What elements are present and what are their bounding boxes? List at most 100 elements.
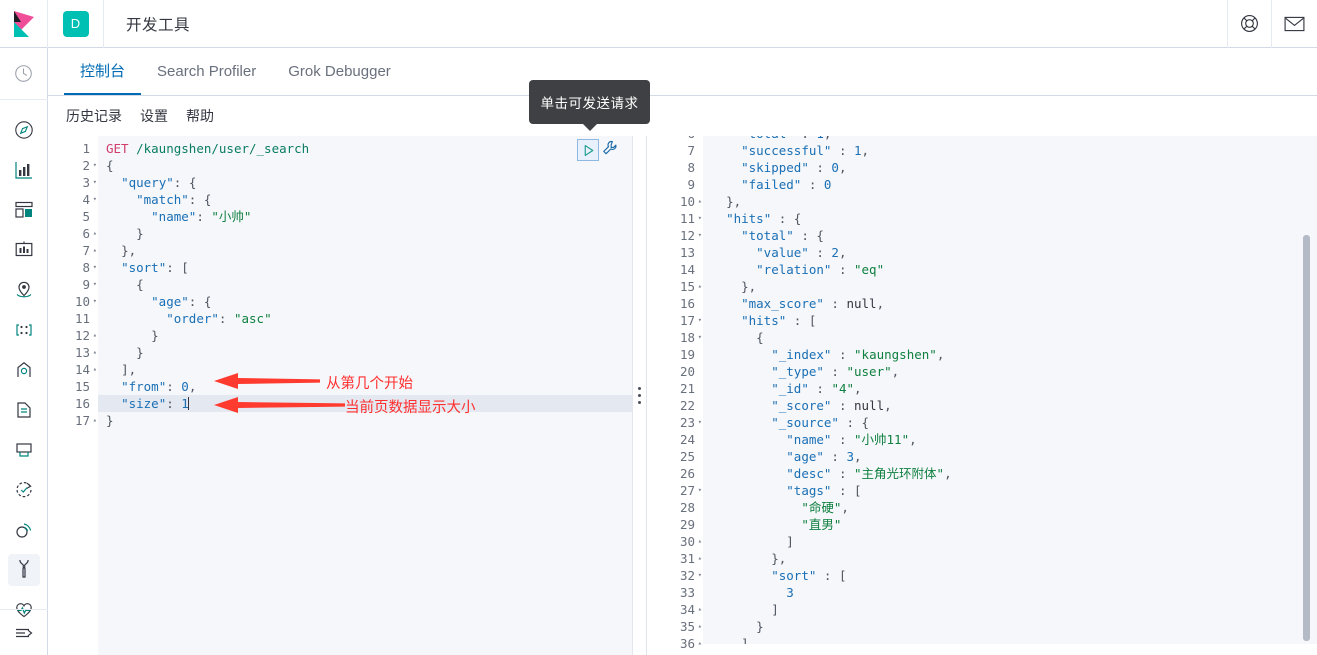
fold-toggle-icon[interactable]: ▴ <box>694 618 702 635</box>
code-line[interactable]: "直男" <box>703 516 1317 533</box>
code-line[interactable]: "命硬", <box>703 499 1317 516</box>
code-line[interactable]: } <box>98 344 632 361</box>
fold-toggle-icon[interactable]: ▴ <box>694 193 702 210</box>
fold-toggle-icon[interactable]: ▴ <box>89 225 97 242</box>
collapse-nav-button[interactable] <box>0 609 48 655</box>
code-line[interactable]: { <box>98 276 632 293</box>
sidebar-item-siem[interactable] <box>8 514 40 546</box>
code-line[interactable]: "skipped" : 0, <box>703 159 1317 176</box>
code-line[interactable]: "age" : 3, <box>703 448 1317 465</box>
tab-search-profiler[interactable]: Search Profiler <box>141 48 272 95</box>
code-line[interactable]: "query": { <box>98 174 632 191</box>
fold-toggle-icon[interactable]: ▾ <box>89 191 97 208</box>
code-line[interactable]: } <box>98 225 632 242</box>
left-nav-rail <box>0 48 48 655</box>
code-line[interactable]: "failed" : 0 <box>703 176 1317 193</box>
code-line[interactable]: ] <box>703 533 1317 550</box>
sidebar-item-infrastructure[interactable] <box>8 354 40 386</box>
code-line[interactable]: "name" : "小帅11", <box>703 431 1317 448</box>
kibana-logo-button[interactable] <box>0 0 48 48</box>
fold-toggle-icon[interactable]: ▴ <box>89 344 97 361</box>
sidebar-item-logs[interactable] <box>8 394 40 426</box>
code-line[interactable]: "order": "asc" <box>98 310 632 327</box>
fold-toggle-icon[interactable]: ▾ <box>89 259 97 276</box>
code-line[interactable]: GET /kaungshen/user/_search <box>98 140 632 157</box>
fold-toggle-icon[interactable]: ▾ <box>89 293 97 310</box>
code-line[interactable]: "total" : { <box>703 227 1317 244</box>
fold-toggle-icon[interactable]: ▾ <box>694 329 702 346</box>
fold-toggle-icon[interactable]: ▾ <box>694 227 702 244</box>
fold-toggle-icon[interactable]: ▴ <box>694 550 702 567</box>
code-line[interactable]: { <box>703 329 1317 346</box>
fold-toggle-icon[interactable]: ▴ <box>89 361 97 378</box>
code-line[interactable]: }, <box>703 278 1317 295</box>
fold-toggle-icon[interactable]: ▾ <box>694 210 702 227</box>
fold-toggle-icon[interactable]: ▴ <box>694 635 702 652</box>
code-line[interactable]: "hits" : { <box>703 210 1317 227</box>
pane-splitter[interactable] <box>633 136 647 655</box>
response-scrollbar-thumb[interactable] <box>1303 235 1310 641</box>
fold-toggle-icon[interactable]: ▾ <box>694 312 702 329</box>
code-line[interactable]: ] <box>703 635 1317 644</box>
code-line[interactable]: "relation" : "eq" <box>703 261 1317 278</box>
send-request-button[interactable] <box>577 139 599 161</box>
news-feed-button[interactable] <box>1271 0 1317 48</box>
code-line[interactable]: }, <box>703 193 1317 210</box>
app-badge-container: D <box>48 0 104 48</box>
code-line[interactable]: "match": { <box>98 191 632 208</box>
response-viewer-pane[interactable]: 678910▴11▾12▾131415▴1617▾18▾1920212223▾2… <box>647 136 1317 655</box>
fold-toggle-icon[interactable]: ▾ <box>89 174 97 191</box>
code-line[interactable]: "sort": [ <box>98 259 632 276</box>
menu-item-settings[interactable]: 设置 <box>140 106 168 126</box>
code-line[interactable]: } <box>703 618 1317 635</box>
code-line[interactable]: ] <box>703 601 1317 618</box>
code-line[interactable]: }, <box>98 242 632 259</box>
code-line[interactable]: "_type" : "user", <box>703 363 1317 380</box>
sidebar-item-dashboard[interactable] <box>8 194 40 226</box>
sidebar-item-visualize[interactable] <box>8 154 40 186</box>
tab-grok-debugger[interactable]: Grok Debugger <box>272 48 407 95</box>
code-line[interactable]: "age": { <box>98 293 632 310</box>
menu-item-help[interactable]: 帮助 <box>186 106 214 126</box>
code-line[interactable]: "_id" : "4", <box>703 380 1317 397</box>
fold-toggle-icon[interactable]: ▾ <box>694 482 702 499</box>
code-line[interactable]: "successful" : 1, <box>703 142 1317 159</box>
tab-console[interactable]: 控制台 <box>64 48 142 95</box>
code-line[interactable]: { <box>98 157 632 174</box>
sidebar-item-uptime[interactable] <box>8 474 40 506</box>
menu-item-history[interactable]: 历史记录 <box>66 106 122 126</box>
request-options-button[interactable] <box>602 140 618 161</box>
sidebar-item-discover[interactable] <box>8 114 40 146</box>
code-line[interactable]: "max_score" : null, <box>703 295 1317 312</box>
code-line[interactable]: "tags" : [ <box>703 482 1317 499</box>
code-line[interactable]: "sort" : [ <box>703 567 1317 584</box>
response-scrollbar[interactable] <box>1302 136 1313 655</box>
code-line[interactable]: } <box>98 327 632 344</box>
fold-toggle-icon[interactable]: ▴ <box>694 533 702 550</box>
code-line[interactable]: "hits" : [ <box>703 312 1317 329</box>
fold-toggle-icon[interactable]: ▴ <box>694 601 702 618</box>
fold-toggle-icon[interactable]: ▴ <box>694 278 702 295</box>
code-line[interactable]: "_score" : null, <box>703 397 1317 414</box>
code-line[interactable]: "name": "小帅" <box>98 208 632 225</box>
code-line[interactable]: 3 <box>703 584 1317 601</box>
code-line[interactable]: "value" : 2, <box>703 244 1317 261</box>
code-line[interactable]: "desc" : "主角光环附体", <box>703 465 1317 482</box>
sidebar-item-apm[interactable] <box>8 434 40 466</box>
code-line[interactable]: }, <box>703 550 1317 567</box>
sidebar-item-canvas[interactable] <box>8 234 40 266</box>
sidebar-item-dev-tools[interactable] <box>7 554 40 586</box>
sidebar-item-machine-learning[interactable] <box>8 314 40 346</box>
fold-toggle-icon[interactable]: ▾ <box>694 567 702 584</box>
fold-toggle-icon[interactable]: ▾ <box>89 157 97 174</box>
recently-viewed-button[interactable] <box>0 48 48 100</box>
fold-toggle-icon[interactable]: ▾ <box>694 414 702 431</box>
code-line[interactable]: "_source" : { <box>703 414 1317 431</box>
sidebar-item-maps[interactable] <box>8 274 40 306</box>
fold-toggle-icon[interactable]: ▾ <box>89 276 97 293</box>
fold-toggle-icon[interactable]: ▴ <box>89 327 97 344</box>
help-button[interactable] <box>1227 0 1271 48</box>
code-line[interactable]: "_index" : "kaungshen", <box>703 346 1317 363</box>
fold-toggle-icon[interactable]: ▴ <box>89 412 97 429</box>
fold-toggle-icon[interactable]: ▴ <box>89 242 97 259</box>
